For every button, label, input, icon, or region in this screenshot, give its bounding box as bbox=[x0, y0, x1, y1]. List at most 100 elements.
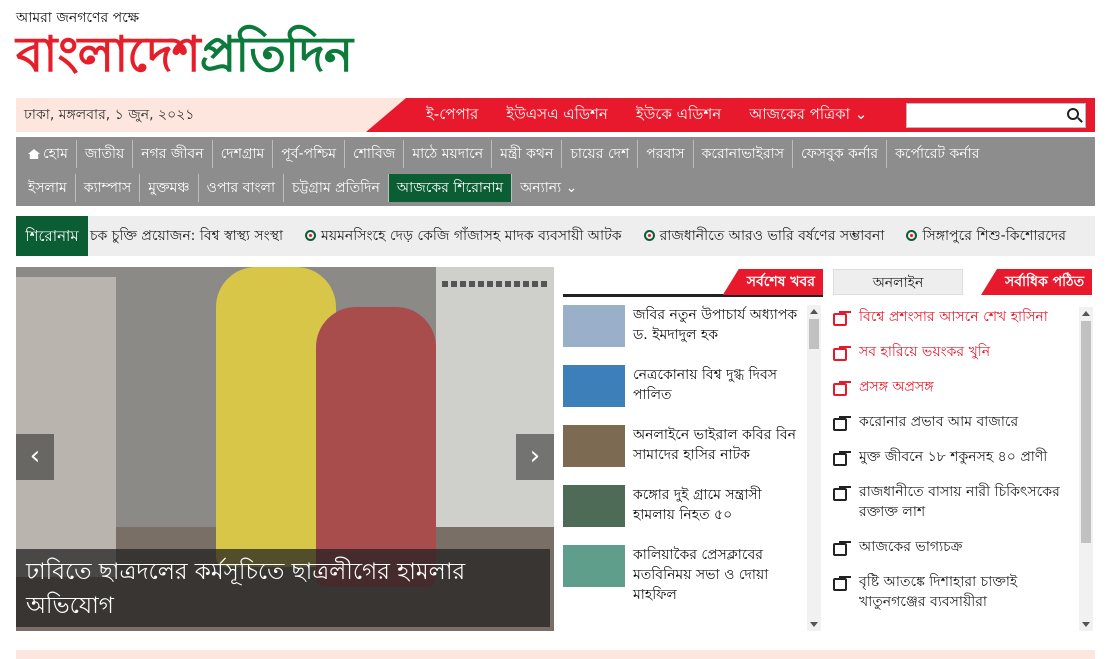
news-item-title[interactable]: কালিয়াকৈর প্রেসক্লাবের মতবিনিময় সভা ও … bbox=[633, 545, 807, 605]
popular-panel: অনলাইন সর্বাধিক পঠিত বিশ্বে প্রশংসার আসন… bbox=[833, 269, 1095, 631]
popular-item[interactable]: আজকের ভাগ্যচক্র bbox=[833, 537, 1073, 557]
nav-item[interactable]: চট্টগ্রাম প্রতিদিন bbox=[284, 174, 389, 202]
ticker-item-text: সিঙ্গাপুরে শিশু-কিশোরদের bbox=[922, 228, 1066, 244]
logo-word-1: বাংলাদেশ bbox=[16, 26, 201, 83]
edition-link[interactable]: ই-পেপার bbox=[426, 103, 478, 128]
news-thumbnail[interactable] bbox=[563, 545, 625, 587]
hero-slider[interactable]: ‹ › ঢাবিতে ছাত্রদলের কর্মসূচিতে ছাত্রলীগ… bbox=[16, 267, 554, 631]
news-item-title[interactable]: অনলাইনে ভাইরাল কবির বিন সামাদের হাসির না… bbox=[633, 425, 807, 485]
nav-item[interactable]: নগর জীবন bbox=[133, 140, 213, 168]
nav-item[interactable]: ওপার বাংলা bbox=[199, 174, 285, 202]
scroll-thumb[interactable] bbox=[1081, 321, 1091, 543]
news-item-title[interactable]: কঙ্গোর দুই গ্রামে সন্ত্রাসী হামলায় নিহত… bbox=[633, 485, 807, 545]
tab-online[interactable]: অনলাইন bbox=[833, 269, 963, 295]
date-label: ঢাকা, মঙ্গলবার, ১ জুন, ২০২১ bbox=[16, 98, 416, 132]
scroll-up-icon[interactable] bbox=[1082, 311, 1090, 316]
nav-item[interactable]: হোম bbox=[20, 140, 77, 168]
ticker-item[interactable]: চক চুক্তি প্রয়োজন: বিশ্ব স্বাস্থ্য সংস্… bbox=[90, 224, 283, 248]
news-item[interactable]: জবির নতুন উপাচার্য অধ্যাপক ড. ইমদাদুল হক bbox=[563, 305, 807, 365]
nav-item[interactable]: মুক্তমঞ্চ bbox=[140, 174, 199, 202]
news-thumbnail[interactable] bbox=[563, 365, 625, 407]
slider-dots[interactable] bbox=[442, 281, 550, 287]
popular-item[interactable]: প্রসঙ্গ অপ্রসঙ্গ bbox=[833, 377, 1073, 397]
scroll-up-icon[interactable] bbox=[810, 309, 818, 314]
edition-link[interactable]: ইউকে এডিশন bbox=[636, 103, 721, 128]
latest-news-list: জবির নতুন উপাচার্য অধ্যাপক ড. ইমদাদুল হক… bbox=[563, 305, 807, 605]
home-icon bbox=[28, 149, 40, 159]
scroll-thumb[interactable] bbox=[809, 319, 819, 349]
site-logo[interactable]: বাংলাদেশপ্রতিদিন bbox=[16, 20, 353, 90]
popular-item[interactable]: করোনার প্রভাব আম বাজারে bbox=[833, 412, 1073, 432]
nav-item-label: হোম bbox=[43, 146, 68, 162]
nav-item[interactable]: ইসলাম bbox=[20, 174, 76, 202]
popular-item[interactable]: বৃষ্টি আতঙ্কে দিশাহারা চাক্তাই খাতুনগঞ্জ… bbox=[833, 572, 1073, 612]
most-read-label: সর্বাধিক পঠিত bbox=[981, 269, 1093, 295]
nav-item[interactable]: জাতীয় bbox=[77, 140, 134, 168]
scroll-down-icon[interactable] bbox=[1082, 622, 1090, 627]
news-item[interactable]: কালিয়াকৈর প্রেসক্লাবের মতবিনিময় সভা ও … bbox=[563, 545, 807, 605]
nav-item[interactable]: ফেসবুক কর্নার bbox=[793, 140, 888, 168]
popular-item-title: রাজধানীতে বাসায় নারী চিকিৎসকের রক্তাক্ত… bbox=[859, 484, 1060, 520]
nav-item[interactable]: করোনাভাইরাস bbox=[694, 140, 793, 168]
slider-prev-button[interactable]: ‹ bbox=[16, 434, 54, 480]
popular-item-title: বিশ্বে প্রশংসার আসনে শেখ হাসিনা bbox=[859, 309, 1048, 325]
tab-most-read[interactable]: সর্বাধিক পঠিত bbox=[981, 269, 1093, 295]
nav-item[interactable]: পূর্ব-পশ্চিম bbox=[273, 140, 345, 168]
news-thumbnail[interactable] bbox=[563, 425, 625, 467]
popular-item[interactable]: রাজধানীতে বাসায় নারী চিকিৎসকের রক্তাক্ত… bbox=[833, 482, 1073, 522]
footer-strip bbox=[16, 650, 1095, 659]
nav-item[interactable]: কর্পোরেট কর্নার bbox=[887, 140, 987, 168]
nav-row-2: ইসলাম ক্যাম্পাস মুক্তমঞ্চ ওপার বাংলা চট্টগ্র… bbox=[16, 171, 1095, 205]
main-nav: হোম জাতীয় নগর জীবন দেশগ্রাম পূর্ব-পশ্চিম শোব… bbox=[16, 137, 1095, 206]
popular-item-title: আজকের ভাগ্যচক্র bbox=[859, 539, 963, 555]
nav-item[interactable]: মাঠে ময়দানে bbox=[404, 140, 493, 168]
ticker-label: শিরোনাম bbox=[16, 216, 88, 256]
hero-headline[interactable]: ঢাবিতে ছাত্রদলের কর্মসূচিতে ছাত্রলীগের হ… bbox=[16, 549, 550, 627]
nav-item[interactable]: আজকের শিরোনাম bbox=[388, 174, 513, 202]
pointing-hand-icon bbox=[833, 345, 851, 361]
nav-item[interactable]: ক্যাম্পাস bbox=[76, 174, 141, 202]
bullet-icon bbox=[643, 230, 655, 241]
search-icon[interactable] bbox=[1067, 108, 1079, 120]
nav-row-1: হোম জাতীয় নগর জীবন দেশগ্রাম পূর্ব-পশ্চিম শোব… bbox=[16, 137, 1095, 171]
top-bar: ঢাকা, মঙ্গলবার, ১ জুন, ২০২১ ই-পেপার ইউএসএ… bbox=[16, 98, 1095, 132]
slider-next-button[interactable]: › bbox=[516, 434, 554, 480]
popular-item[interactable]: মুক্ত জীবনে ১৮ শকুনসহ ৪০ প্রাণী bbox=[833, 447, 1073, 467]
latest-news-panel: সর্বশেষ খবর জবির নতুন উপাচার্য অধ্যাপক ড… bbox=[563, 269, 823, 631]
news-item[interactable]: কঙ্গোর দুই গ্রামে সন্ত্রাসী হামলায় নিহত… bbox=[563, 485, 807, 545]
ticker-track: চক চুক্তি প্রয়োজন: বিশ্ব স্বাস্থ্য সংস্… bbox=[90, 216, 1088, 256]
popular-item[interactable]: বিশ্বে প্রশংসার আসনে শেখ হাসিনা bbox=[833, 307, 1073, 327]
scroll-down-icon[interactable] bbox=[810, 622, 818, 627]
news-item[interactable]: নেত্রকোনায় বিশ্ব দুগ্ধ দিবস পালিত bbox=[563, 365, 807, 425]
nav-item[interactable]: অন্যান্য ⌄ bbox=[512, 174, 585, 202]
search-input[interactable] bbox=[907, 104, 1057, 127]
bullet-icon bbox=[906, 230, 918, 241]
bullet-icon bbox=[305, 230, 317, 241]
nav-item[interactable]: শোবিজ bbox=[345, 140, 405, 168]
pointing-hand-icon bbox=[833, 415, 851, 431]
edition-link[interactable]: আজকের পত্রিকা ⌄ bbox=[749, 103, 867, 128]
latest-scrollbar[interactable] bbox=[807, 305, 821, 631]
ticker-item[interactable]: রাজধানীতে আরও ভারি বর্ষণের সম্ভাবনা bbox=[643, 224, 884, 248]
popular-item[interactable]: সব হারিয়ে ভয়ংকর খুনি bbox=[833, 342, 1073, 362]
news-item[interactable]: অনলাইনে ভাইরাল কবির বিন সামাদের হাসির না… bbox=[563, 425, 807, 485]
news-item-title[interactable]: নেত্রকোনায় বিশ্ব দুগ্ধ দিবস পালিত bbox=[633, 365, 807, 425]
latest-header: সর্বশেষ খবর bbox=[563, 269, 823, 297]
nav-item[interactable]: দেশগ্রাম bbox=[213, 140, 274, 168]
popular-scrollbar[interactable] bbox=[1079, 307, 1093, 631]
ticker-item[interactable]: ময়মনসিংহে দেড় কেজি গাঁজাসহ মাদক ব্যবসা… bbox=[305, 224, 622, 248]
masthead: আমরা জনগণের পক্ষে বাংলাদেশপ্রতিদিন bbox=[16, 6, 376, 94]
edition-link[interactable]: ইউএসএ এডিশন bbox=[506, 103, 608, 128]
news-thumbnail[interactable] bbox=[563, 305, 625, 347]
latest-title[interactable]: সর্বশেষ খবর bbox=[722, 269, 823, 295]
popular-item-title: সব হারিয়ে ভয়ংকর খুনি bbox=[859, 344, 991, 360]
nav-item[interactable]: চায়ের দেশ bbox=[562, 140, 639, 168]
news-item-title[interactable]: জবির নতুন উপাচার্য অধ্যাপক ড. ইমদাদুল হক bbox=[633, 305, 807, 365]
nav-item[interactable]: মন্ত্রী কথন bbox=[492, 140, 563, 168]
popular-item-title: প্রসঙ্গ অপ্রসঙ্গ bbox=[859, 379, 934, 395]
pointing-hand-icon bbox=[833, 575, 851, 591]
news-thumbnail[interactable] bbox=[563, 485, 625, 527]
popular-item-title: বৃষ্টি আতঙ্কে দিশাহারা চাক্তাই খাতুনগঞ্জ… bbox=[859, 574, 1018, 610]
ticker-item[interactable]: সিঙ্গাপুরে শিশু-কিশোরদের bbox=[906, 224, 1066, 248]
nav-item[interactable]: পরবাস bbox=[638, 140, 694, 168]
